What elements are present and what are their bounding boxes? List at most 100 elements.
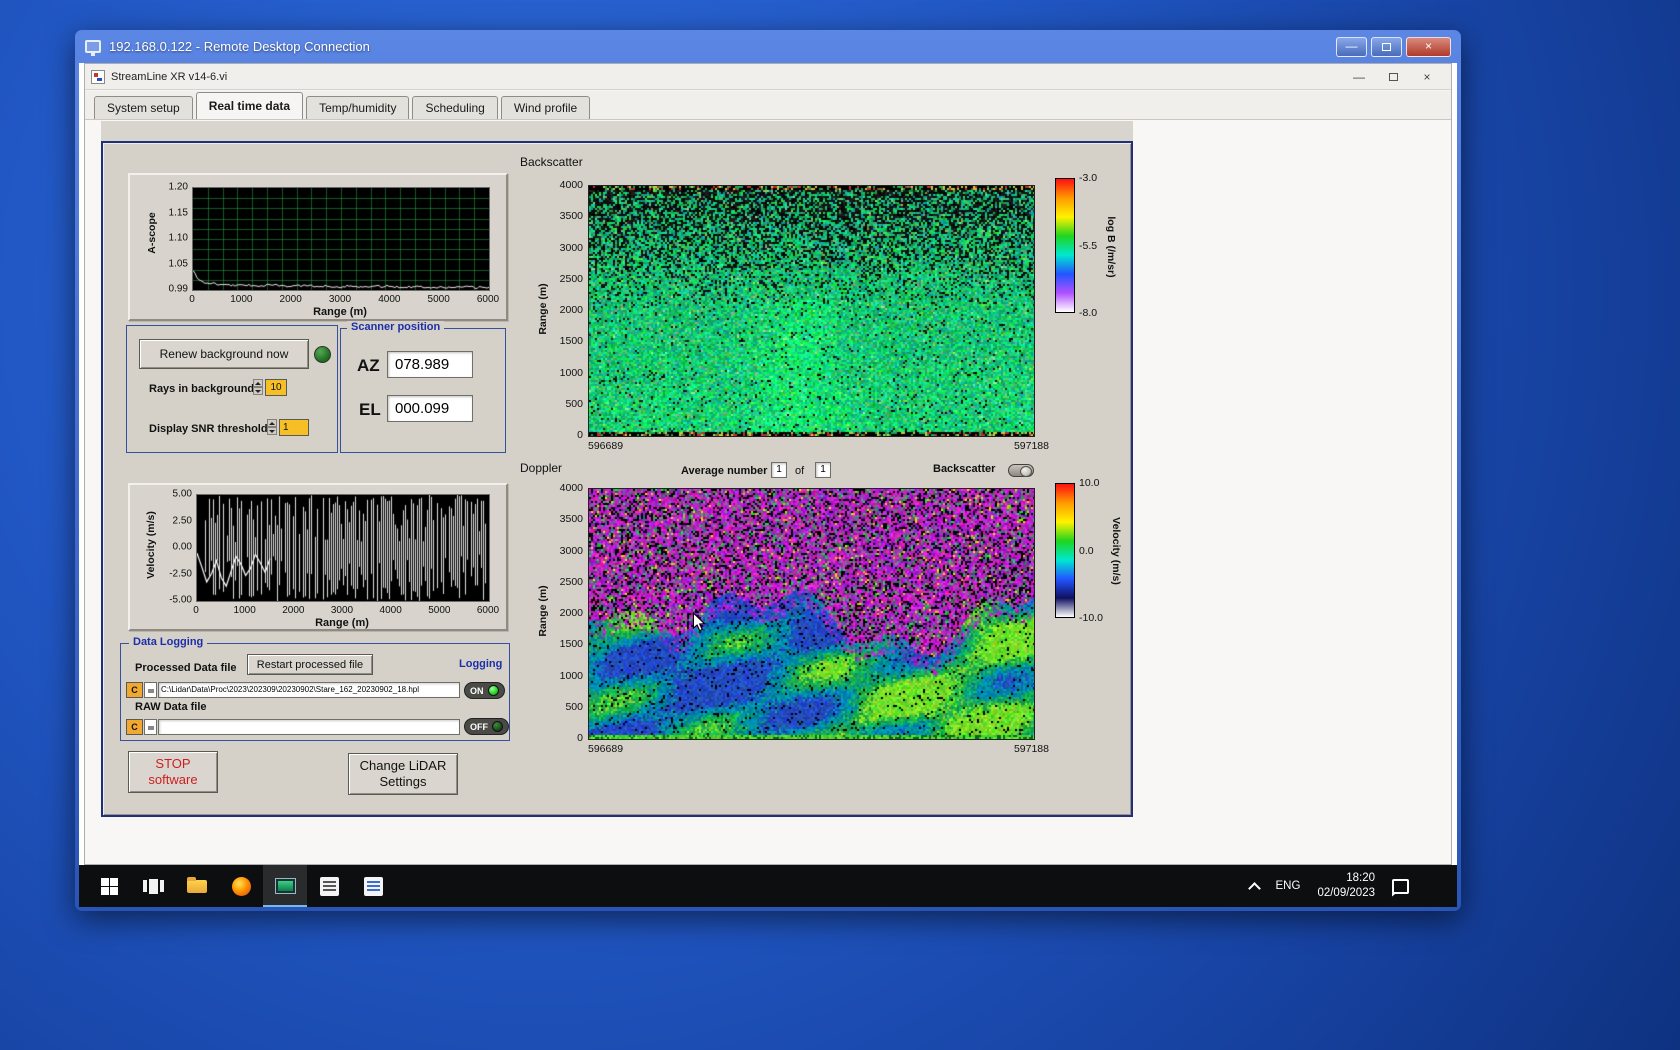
rdp-computer-icon [85, 40, 101, 56]
data-logging-title: Data Logging [129, 636, 208, 648]
az-value-field[interactable]: 078.989 [387, 351, 473, 378]
el-label: EL [359, 400, 381, 419]
stop-button-line1: STOP [155, 755, 191, 771]
change-lidar-settings-button[interactable]: Change LiDAR Settings [348, 753, 458, 795]
rays-value-field[interactable]: 10 [265, 379, 287, 396]
spinner-up-icon[interactable] [253, 379, 263, 387]
snr-value-field[interactable]: 1 [279, 419, 309, 436]
rays-spinner[interactable] [253, 379, 263, 396]
toggle-state-label: ON [470, 685, 484, 696]
processed-path-field[interactable]: C:\Lidar\Data\Proc\2023\202309\20230902\… [158, 682, 460, 698]
tick-label: 6000 [476, 294, 500, 305]
tick-label: 6000 [476, 605, 500, 616]
tick-label: 1000 [559, 366, 583, 379]
processed-logging-toggle[interactable]: ON [464, 682, 505, 699]
minimize-icon: — [1353, 69, 1365, 84]
ascope-y-ticks: 1.20 1.15 1.10 1.05 0.99 [156, 182, 188, 295]
streamline-app-window: StreamLine XR v14-6.vi — × System setup … [84, 63, 1452, 865]
firefox-button[interactable] [219, 865, 263, 907]
streamline-taskbar-button[interactable] [263, 865, 307, 907]
renew-status-led [314, 346, 331, 363]
tick-label: 5.00 [172, 488, 192, 500]
tab-temp-humidity[interactable]: Temp/humidity [306, 96, 410, 119]
tab-scheduling[interactable]: Scheduling [412, 96, 498, 119]
mouse-cursor-icon [692, 612, 706, 632]
action-center-button[interactable] [1392, 878, 1409, 894]
tab-wind-profile[interactable]: Wind profile [500, 96, 591, 119]
rdp-window-title: 192.168.0.122 - Remote Desktop Connectio… [109, 39, 370, 54]
app-restore-button[interactable] [1383, 70, 1403, 84]
tick-label: -5.5 [1079, 239, 1098, 252]
tick-label: 1000 [230, 294, 253, 305]
file-explorer-button[interactable] [175, 865, 219, 907]
velocity-y-axis-label: Velocity (m/s) [145, 511, 157, 579]
folder-icon [187, 876, 207, 893]
scan-scheduler-button[interactable] [307, 865, 351, 907]
clock-date: 02/09/2023 [1317, 887, 1375, 899]
tick-label: 2000 [279, 294, 302, 305]
stop-software-button[interactable]: STOP software [128, 751, 218, 793]
app-titlebar[interactable]: StreamLine XR v14-6.vi — × [85, 64, 1451, 90]
raw-browse-button[interactable] [144, 719, 157, 735]
change-button-line1: Change LiDAR [359, 757, 447, 773]
renew-background-button[interactable]: Renew background now [139, 339, 309, 369]
app-window-title: StreamLine XR v14-6.vi [111, 70, 228, 83]
tick-label: 500 [565, 397, 583, 410]
app-close-button[interactable]: × [1417, 70, 1437, 84]
tick-label: 1500 [559, 335, 583, 348]
average-number-field[interactable]: 1 [771, 462, 787, 478]
average-count-field[interactable]: 1 [815, 462, 831, 478]
tick-label: 5000 [427, 294, 450, 305]
snr-spinner[interactable] [267, 419, 277, 436]
logging-off-led [492, 721, 503, 732]
raw-logging-toggle[interactable]: OFF [464, 718, 509, 735]
rdp-maximize-button[interactable] [1371, 36, 1402, 57]
raw-path-field[interactable] [158, 719, 460, 735]
spinner-up-icon[interactable] [267, 419, 277, 427]
processed-drive-selector[interactable]: C [126, 682, 143, 698]
average-number-label: Average number [681, 465, 768, 477]
doppler-y-ticks: 4000 3500 3000 2500 2000 1500 1000 500 0 [553, 482, 583, 744]
restore-icon [1388, 72, 1398, 81]
velocity-x-ticks: 0 1000 2000 3000 4000 5000 6000 [193, 605, 499, 617]
tab-real-time-data[interactable]: Real time data [195, 92, 304, 119]
restart-processed-file-button[interactable]: Restart processed file [247, 654, 373, 675]
tick-label: 2000 [282, 605, 305, 616]
spinner-down-icon[interactable] [253, 387, 263, 395]
taskbar-clock[interactable]: 18:20 02/09/2023 [1317, 871, 1375, 901]
tick-label: 1.15 [168, 207, 188, 218]
raw-drive-selector[interactable]: C [126, 719, 143, 735]
backscatter-display-toggle[interactable] [1008, 464, 1034, 477]
tab-system-setup[interactable]: System setup [94, 96, 193, 119]
tick-label: 0 [577, 429, 583, 441]
processed-browse-button[interactable] [144, 682, 157, 698]
app-minimize-button[interactable]: — [1349, 70, 1369, 84]
language-indicator[interactable]: ENG [1276, 880, 1301, 892]
rays-in-background-label: Rays in background [149, 383, 255, 395]
utility-app-button[interactable] [351, 865, 395, 907]
windows-logo-icon [100, 877, 118, 895]
minimize-icon: — [1345, 38, 1358, 53]
el-value-field[interactable]: 000.099 [387, 395, 473, 422]
tick-label: 3000 [330, 605, 354, 616]
rdp-minimize-button[interactable]: — [1336, 36, 1367, 57]
tick-label: 3500 [559, 513, 583, 526]
green-screen-icon [274, 878, 296, 894]
task-view-button[interactable] [131, 865, 175, 907]
ascope-x-ticks: 0 1000 2000 3000 4000 5000 6000 [189, 294, 499, 306]
doppler-colorbar-label: Velocity (m/s) [1110, 517, 1122, 585]
tick-label: 1.10 [168, 232, 188, 244]
processed-data-file-label: Processed Data file [135, 662, 237, 674]
tick-label: 2000 [559, 304, 583, 316]
spinner-down-icon[interactable] [267, 427, 277, 435]
start-button[interactable] [87, 865, 131, 907]
tick-label: 1.20 [168, 181, 188, 193]
doppler-x-end-label: 597188 [1013, 743, 1049, 755]
tick-label: 0.0 [1079, 544, 1094, 557]
desktop-background: 192.168.0.122 - Remote Desktop Connectio… [0, 0, 1680, 1050]
scanner-position-group: Scanner position AZ 078.989 EL 000.099 [340, 321, 506, 453]
tray-expand-button[interactable] [1247, 881, 1261, 895]
tick-label: 0.99 [168, 283, 188, 295]
rdp-titlebar[interactable]: 192.168.0.122 - Remote Desktop Connectio… [75, 30, 1461, 63]
rdp-close-button[interactable]: × [1406, 36, 1451, 57]
